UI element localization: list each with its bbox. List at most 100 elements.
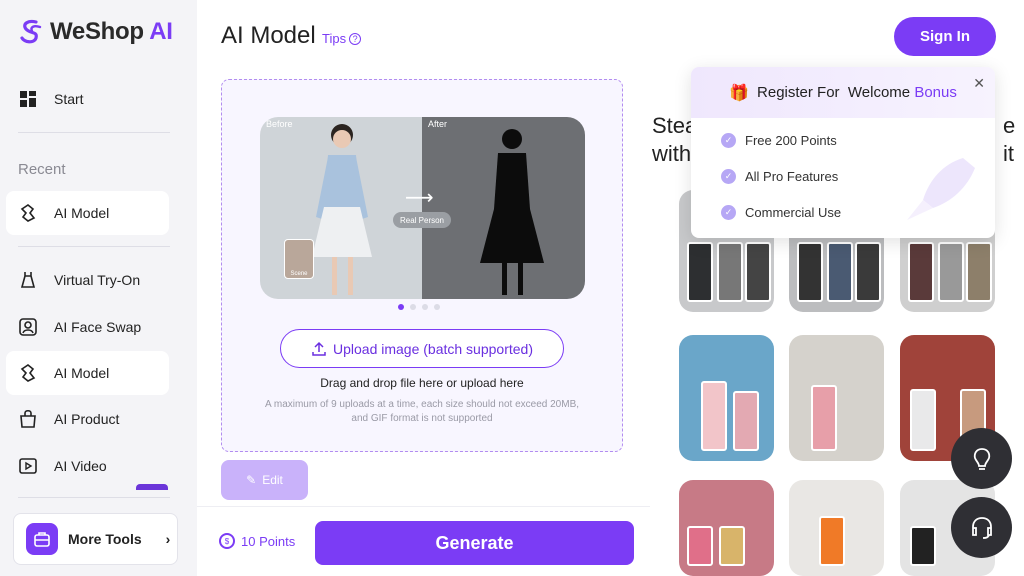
- tile-inset: [819, 516, 845, 566]
- sidebar-item-label: AI Model: [54, 205, 110, 221]
- tips-label: Tips: [322, 31, 347, 46]
- recent-label: Recent: [18, 161, 66, 178]
- sidebar-item-ai-model[interactable]: AI Model: [6, 351, 169, 395]
- tile-inset: [701, 381, 727, 451]
- rocket-icon: [907, 158, 975, 220]
- ai-model-icon: [18, 203, 38, 223]
- carousel-dot[interactable]: [422, 304, 428, 310]
- carousel-dot[interactable]: [398, 304, 404, 310]
- drag-drop-text: Drag and drop file here or upload here: [320, 376, 524, 390]
- tile-inset: [827, 242, 853, 302]
- gallery-tile[interactable]: [789, 335, 884, 461]
- upload-limit-text: A maximum of 9 uploads at a time, each s…: [264, 399, 580, 424]
- more-tools-label: More Tools: [68, 531, 142, 547]
- ai-model-icon: [18, 363, 38, 383]
- tile-inset: [966, 242, 992, 302]
- carousel-dots[interactable]: [398, 304, 440, 310]
- sidebar-item-ai-face-swap[interactable]: AI Face Swap: [6, 305, 169, 349]
- points-label: 10 Points: [241, 533, 296, 549]
- upload-icon: [312, 341, 326, 356]
- sidebar-item-virtual-try-on[interactable]: Virtual Try-On: [6, 258, 169, 302]
- perk-item: ✓ Commercial Use: [721, 205, 841, 220]
- real-person-chip: Real Person: [393, 212, 451, 228]
- upload-dropzone[interactable]: Before Scene After ⟶ Real Person Upload …: [221, 79, 623, 452]
- scene-thumb-label: Scene: [290, 271, 308, 277]
- sidebar-item-start[interactable]: Start: [6, 77, 169, 121]
- gift-icon: 🎁: [729, 84, 750, 102]
- sidebar-item-label: Start: [54, 91, 84, 107]
- arrow-right-icon: ⟶: [405, 187, 434, 209]
- check-circle-icon: ✓: [721, 205, 736, 220]
- dress-icon: [18, 270, 38, 290]
- gallery-tile[interactable]: [789, 480, 884, 576]
- divider: [18, 132, 170, 133]
- perk-label: Commercial Use: [745, 205, 842, 220]
- perk-item: ✓ All Pro Features: [721, 169, 838, 184]
- carousel-dot[interactable]: [434, 304, 440, 310]
- sidebar: WeShop AI Start Recent AI Model Virtual …: [0, 0, 197, 576]
- tile-inset: [687, 242, 713, 302]
- tips-link[interactable]: Tips ?: [322, 31, 362, 46]
- video-icon: [18, 456, 38, 476]
- more-tools-button[interactable]: More Tools ›: [13, 513, 178, 565]
- edit-label: Edit: [262, 473, 283, 487]
- brand-name: WeShop AI: [50, 18, 173, 45]
- lightbulb-icon: [973, 447, 990, 470]
- edit-button[interactable]: ✎ Edit: [221, 460, 308, 500]
- grid-icon: [18, 89, 38, 109]
- perk-label: Free 200 Points: [745, 133, 837, 148]
- popup-header: 🎁 Register For Welcome Bonus: [691, 67, 995, 118]
- carousel-dot[interactable]: [410, 304, 416, 310]
- sidebar-item-recent-ai-model[interactable]: AI Model: [6, 191, 169, 235]
- sidebar-item-label: AI Video: [54, 458, 107, 474]
- brush-icon: ✎: [246, 473, 257, 487]
- main-panel: AI Model Tips ? Before Scene After ⟶ Rea…: [197, 0, 650, 576]
- divider: [18, 246, 170, 247]
- question-icon: ?: [349, 32, 362, 45]
- gallery-tile[interactable]: [679, 335, 774, 461]
- tile-inset: [733, 391, 759, 451]
- scroll-indicator[interactable]: [136, 484, 168, 490]
- tile-inset: [811, 385, 837, 451]
- tile-inset: [797, 242, 823, 302]
- tile-inset: [717, 242, 743, 302]
- sidebar-item-label: Virtual Try-On: [54, 272, 141, 288]
- points-balance[interactable]: $ 10 Points: [219, 533, 295, 549]
- close-icon[interactable]: ✕: [973, 75, 985, 92]
- coin-icon: $: [219, 533, 235, 549]
- after-image: After: [422, 117, 585, 299]
- silhouette: [480, 129, 544, 295]
- popup-title: Register For Welcome Bonus: [757, 84, 957, 101]
- tile-inset: [687, 526, 713, 566]
- page-title: AI Model: [221, 22, 316, 49]
- check-circle-icon: ✓: [721, 133, 736, 148]
- tile-inset: [908, 242, 934, 302]
- toolbox-icon: [26, 523, 58, 555]
- sign-in-button[interactable]: Sign In: [894, 17, 996, 56]
- weshop-logo-icon: [20, 19, 42, 44]
- register-bonus-popup: 🎁 Register For Welcome Bonus ✕ ✓ Free 20…: [691, 67, 995, 238]
- before-image: Before Scene: [260, 117, 422, 299]
- brand-logo[interactable]: WeShop AI: [18, 18, 173, 46]
- tile-inset: [719, 526, 745, 566]
- heading-tail: e it: [1003, 113, 1016, 166]
- ideas-button[interactable]: [951, 428, 1012, 489]
- before-after-preview: Before Scene After ⟶ Real Person: [260, 117, 585, 299]
- sidebar-item-ai-product[interactable]: AI Product: [6, 397, 169, 441]
- generate-button[interactable]: Generate: [315, 521, 634, 565]
- scene-thumbnail[interactable]: Scene: [284, 239, 314, 279]
- tile-inset: [855, 242, 881, 302]
- bag-icon: [18, 409, 38, 429]
- support-button[interactable]: [951, 497, 1012, 558]
- sidebar-item-label: AI Product: [54, 411, 120, 427]
- upload-image-button[interactable]: Upload image (batch supported): [280, 329, 564, 368]
- chevron-right-icon: ›: [165, 531, 171, 547]
- gallery-tile[interactable]: [679, 480, 774, 576]
- bottom-action-bar: $ 10 Points Generate: [197, 506, 650, 576]
- check-circle-icon: ✓: [721, 169, 736, 184]
- sidebar-item-ai-video[interactable]: AI Video: [6, 444, 169, 488]
- tile-inset: [745, 242, 771, 302]
- tile-inset: [938, 242, 964, 302]
- perk-label: All Pro Features: [745, 169, 839, 184]
- face-swap-icon: [18, 317, 38, 337]
